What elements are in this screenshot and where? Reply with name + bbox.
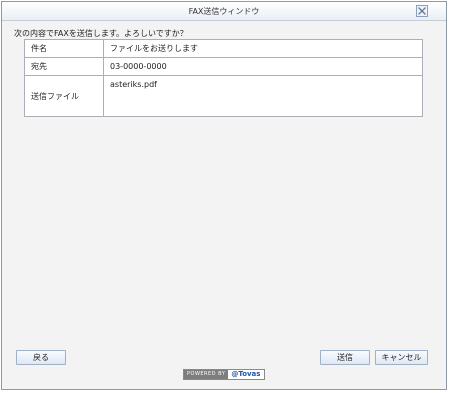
file-value: asteriks.pdf [103, 75, 423, 117]
send-button[interactable]: 送信 [320, 350, 370, 365]
window-titlebar: FAX送信ウィンドウ [2, 2, 446, 21]
powered-by-badge[interactable]: POWERED BY @Tovas [183, 369, 266, 380]
recipient-value: 03-0000-0000 [103, 57, 423, 76]
brand-name: @Tovas [231, 370, 261, 378]
close-button[interactable] [416, 5, 428, 17]
fax-send-window: FAX送信ウィンドウ 次の内容でFAXを送信します。よろしいですか？ 件名 ファ… [1, 1, 447, 390]
fax-details-table: 件名 ファイルをお送りします 宛先 03-0000-0000 送信ファイル as… [24, 39, 423, 117]
cancel-button[interactable]: キャンセル [375, 350, 428, 365]
table-row: 宛先 03-0000-0000 [24, 57, 423, 76]
file-label: 送信ファイル [24, 75, 104, 117]
window-title: FAX送信ウィンドウ [188, 7, 260, 16]
confirmation-message: 次の内容でFAXを送信します。よろしいですか？ [14, 29, 188, 38]
subject-value: ファイルをお送りします [103, 39, 423, 58]
table-row: 件名 ファイルをお送りします [24, 39, 423, 58]
recipient-label: 宛先 [24, 57, 104, 76]
powered-by-label: POWERED BY [184, 370, 229, 379]
table-row: 送信ファイル asteriks.pdf [24, 75, 423, 117]
subject-label: 件名 [24, 39, 104, 58]
back-button[interactable]: 戻る [16, 350, 66, 365]
close-icon [418, 7, 426, 15]
